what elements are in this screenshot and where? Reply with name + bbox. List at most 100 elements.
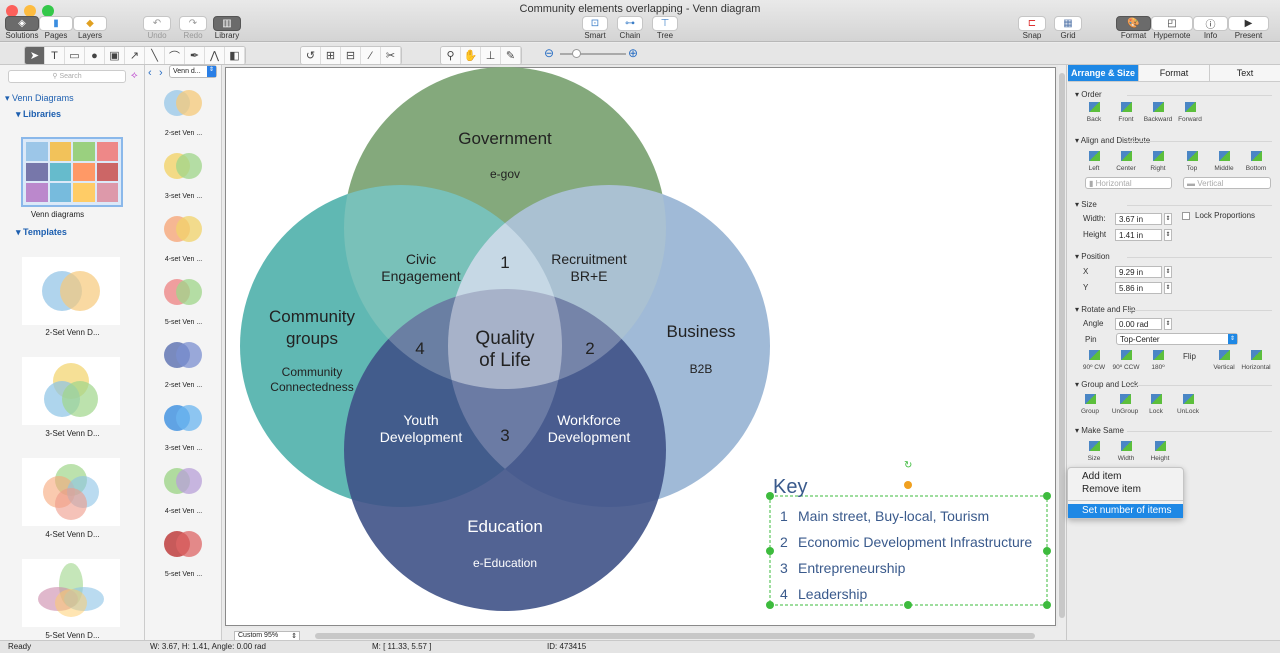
group-button-3[interactable]: UnLock — [1171, 394, 1205, 415]
venn-diagram[interactable]: Government e-gov Community groups Commun… — [224, 66, 1055, 625]
key-legend[interactable]: Key 1 Main street, Buy-local, Tourism 2 Eco… — [766, 460, 1051, 609]
template-2set[interactable] — [22, 257, 120, 325]
group-button-2[interactable]: Lock — [1139, 394, 1173, 415]
library-shape-thumb[interactable] — [161, 402, 205, 434]
library-shape-thumb[interactable] — [161, 339, 205, 371]
order-button-2[interactable]: Backward — [1141, 102, 1175, 123]
hypernote-button[interactable]: ◰ Hypernote — [1151, 16, 1193, 40]
zoom-out-icon[interactable]: ⊖ — [544, 46, 554, 60]
tab-format[interactable]: Format — [1138, 65, 1209, 81]
order-section[interactable]: ▾ Order — [1075, 90, 1102, 99]
make-same-button-2[interactable]: Height — [1143, 441, 1177, 462]
group-icon[interactable]: ⊞ — [321, 47, 341, 64]
arc-tool-icon[interactable]: ⌒ — [165, 47, 185, 64]
tab-text[interactable]: Text — [1209, 65, 1280, 81]
vertical-scrollbar[interactable] — [1059, 73, 1065, 618]
rotate-button-0[interactable]: 90º CW — [1077, 350, 1111, 371]
back-nav-icon[interactable]: ‹ — [148, 67, 152, 79]
y-field[interactable]: 5.86 in — [1115, 282, 1162, 294]
forward-nav-icon[interactable]: › — [159, 67, 163, 79]
vertical-distribute-select[interactable]: ▬ Vertical — [1183, 177, 1271, 189]
present-button[interactable]: ▶ Present — [1228, 16, 1269, 40]
template-3set[interactable] — [22, 357, 120, 425]
make-same-section[interactable]: ▾ Make Same — [1075, 426, 1124, 435]
order-button-3[interactable]: Forward — [1173, 102, 1207, 123]
text-tool-icon[interactable]: T — [45, 47, 65, 64]
smart-button[interactable]: ⊡ Smart — [582, 16, 608, 40]
layers-button[interactable]: ◆ Layers — [73, 16, 107, 40]
width-field[interactable]: 3.67 in — [1115, 213, 1162, 225]
search-input[interactable]: ⚲ Search — [8, 70, 126, 83]
tree-templates[interactable]: ▾ Templates — [16, 227, 67, 238]
align-button-3[interactable]: Top — [1175, 151, 1209, 172]
zoom-tool-icon[interactable]: ⚲ — [441, 47, 461, 64]
library-shape-thumb[interactable] — [161, 465, 205, 497]
align-button-5[interactable]: Bottom — [1239, 151, 1273, 172]
align-button-2[interactable]: Right — [1141, 151, 1175, 172]
size-section[interactable]: ▾ Size — [1075, 200, 1097, 209]
group-button-1[interactable]: UnGroup — [1108, 394, 1142, 415]
template-5set[interactable] — [22, 559, 120, 627]
height-stepper[interactable]: ⇕ — [1164, 229, 1172, 241]
template-4set[interactable] — [22, 458, 120, 526]
rotate-icon[interactable]: ↺ — [301, 47, 321, 64]
menu-set-number-of-items[interactable]: Set number of items — [1068, 504, 1183, 518]
frame-tool-icon[interactable]: ▣ — [105, 47, 125, 64]
align-button-1[interactable]: Center — [1109, 151, 1143, 172]
flip-button-0[interactable]: Vertical — [1207, 350, 1241, 371]
chain-button[interactable]: ⊶ Chain — [617, 16, 643, 40]
format-button[interactable]: 🎨 Format — [1116, 16, 1151, 40]
order-button-1[interactable]: Front — [1109, 102, 1143, 123]
eyedropper-icon[interactable]: ✎ — [501, 47, 521, 64]
library-shape-thumb[interactable] — [161, 213, 205, 245]
pages-button[interactable]: ▮ Pages — [39, 16, 73, 40]
pin-select[interactable]: Top-Center ⇕ — [1116, 333, 1238, 345]
menu-remove-item[interactable]: Remove item — [1068, 483, 1183, 497]
library-select[interactable]: Venn d... ⇕ — [169, 65, 217, 78]
rotate-button-2[interactable]: 180º — [1141, 350, 1175, 371]
menu-add-item[interactable]: Add item — [1068, 470, 1183, 484]
x-stepper[interactable]: ⇕ — [1164, 266, 1172, 278]
solutions-button[interactable]: ◈ Solutions — [5, 16, 39, 40]
horizontal-distribute-select[interactable]: ▮ Horizontal — [1085, 177, 1172, 189]
drawing-canvas[interactable]: Government e-gov Community groups Commun… — [225, 67, 1056, 626]
group-button-0[interactable]: Group — [1073, 394, 1107, 415]
angle-stepper[interactable]: ⇕ — [1164, 318, 1172, 330]
select-tool-icon[interactable]: ➤ — [25, 47, 45, 64]
hand-tool-icon[interactable]: ✋ — [461, 47, 481, 64]
stamp-tool-icon[interactable]: ⊥ — [481, 47, 501, 64]
connect-icon[interactable]: ⁄ — [361, 47, 381, 64]
library-button[interactable]: ▥ Library — [213, 16, 241, 40]
snap-button[interactable]: ⊏ Snap — [1018, 16, 1046, 40]
undo-button[interactable]: ↶ Undo — [143, 16, 171, 40]
library-shape-thumb[interactable] — [161, 87, 205, 119]
polyline-tool-icon[interactable]: ⋀ — [205, 47, 225, 64]
ungroup-icon[interactable]: ⊟ — [341, 47, 361, 64]
flip-button-1[interactable]: Horizontal — [1239, 350, 1273, 371]
width-stepper[interactable]: ⇕ — [1164, 213, 1172, 225]
make-same-button-1[interactable]: Width — [1109, 441, 1143, 462]
y-stepper[interactable]: ⇕ — [1164, 282, 1172, 294]
line-tool-icon[interactable]: ╲ — [145, 47, 165, 64]
tree-venn-diagrams[interactable]: ▾ Venn Diagrams — [5, 93, 74, 104]
align-button-0[interactable]: Left — [1077, 151, 1111, 172]
brush-icon[interactable]: ⟡ — [131, 70, 138, 81]
redo-button[interactable]: ↷ Redo — [179, 16, 207, 40]
container-tool-icon[interactable]: ◧ — [225, 47, 245, 64]
tab-arrange-size[interactable]: Arrange & Size — [1068, 65, 1138, 81]
rectangle-tool-icon[interactable]: ▭ — [65, 47, 85, 64]
make-same-button-0[interactable]: Size — [1077, 441, 1111, 462]
disconnect-icon[interactable]: ✂ — [381, 47, 401, 64]
library-shape-thumb[interactable] — [161, 150, 205, 182]
zoom-slider[interactable] — [560, 49, 626, 58]
order-button-0[interactable]: Back — [1077, 102, 1111, 123]
rotate-button-1[interactable]: 90º CCW — [1109, 350, 1143, 371]
arrow-tool-icon[interactable]: ↗ — [125, 47, 145, 64]
grid-button[interactable]: ▦ Grid — [1054, 16, 1082, 40]
library-shape-thumb[interactable] — [161, 528, 205, 560]
angle-field[interactable]: 0.00 rad — [1115, 318, 1162, 330]
info-button[interactable]: ⓘ Info — [1193, 16, 1228, 40]
position-section[interactable]: ▾ Position — [1075, 252, 1110, 261]
pen-tool-icon[interactable]: ✒ — [185, 47, 205, 64]
height-field[interactable]: 1.41 in — [1115, 229, 1162, 241]
